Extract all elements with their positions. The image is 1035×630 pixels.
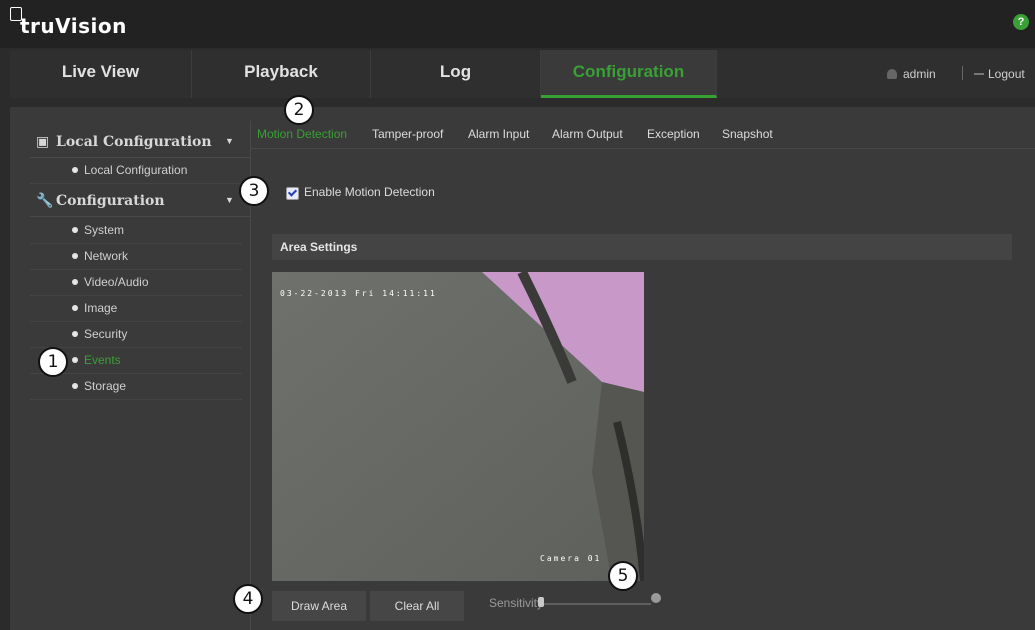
chevron-down-icon[interactable]: ▼ xyxy=(225,137,234,146)
divider xyxy=(251,148,1035,149)
tab-live-view[interactable]: Live View xyxy=(10,50,192,98)
logout-icon xyxy=(974,73,984,75)
tab-motion-detection[interactable]: Motion Detection xyxy=(257,127,347,141)
area-settings-header: Area Settings xyxy=(272,234,1012,260)
osd-datetime: 03-22-2013 Fri 14:11:11 xyxy=(280,289,437,298)
sidebar-item-label: Local Configuration xyxy=(84,163,188,177)
main-panel: ▣ Local Configuration ▼ Local Configurat… xyxy=(10,95,1035,630)
video-frame xyxy=(272,272,644,581)
sidebar-item-label: Storage xyxy=(84,379,127,393)
sidebar-item-security[interactable]: Security xyxy=(30,322,242,348)
app-window: truVision ? Live View Playback Log Confi… xyxy=(0,0,1035,630)
tab-configuration[interactable]: Configuration xyxy=(541,50,717,98)
sidebar-item-network[interactable]: Network xyxy=(30,244,242,270)
callout-5: 5 xyxy=(608,561,638,591)
bullet-icon xyxy=(72,167,78,173)
sidebar-item-label: Security xyxy=(84,327,128,341)
sidebar-section-local[interactable]: ▣ Local Configuration ▼ xyxy=(30,127,250,158)
clear-all-button[interactable]: Clear All xyxy=(370,591,464,621)
enable-motion-detection-checkbox[interactable] xyxy=(286,187,299,200)
user-name: admin xyxy=(903,67,936,81)
bullet-icon xyxy=(72,279,78,285)
logout-link[interactable]: Logout xyxy=(974,67,1025,81)
bullet-icon xyxy=(72,253,78,259)
bullet-icon xyxy=(72,331,78,337)
chevron-down-icon[interactable]: ▼ xyxy=(225,196,234,205)
callout-4: 4 xyxy=(233,584,263,614)
tab-playback[interactable]: Playback xyxy=(192,50,371,98)
sidebar-item-label: System xyxy=(84,223,125,237)
user-icon xyxy=(887,69,897,79)
sidebar: ▣ Local Configuration ▼ Local Configurat… xyxy=(30,121,251,630)
sidebar-section-configuration[interactable]: 🔧 Configuration ▼ xyxy=(30,186,250,217)
sidebar-section-title: Local Configuration xyxy=(56,134,212,150)
sidebar-item-video-audio[interactable]: Video/Audio xyxy=(30,270,242,296)
wrench-icon: 🔧 xyxy=(36,192,54,208)
osd-camera-name: Camera 01 xyxy=(540,554,602,563)
logo: truVision xyxy=(20,14,127,38)
callout-3: 3 xyxy=(239,176,269,206)
sidebar-item-label: Image xyxy=(84,301,118,315)
tab-log[interactable]: Log xyxy=(371,50,541,98)
bullet-icon xyxy=(72,383,78,389)
logout-label: Logout xyxy=(988,67,1025,81)
bullet-icon xyxy=(72,227,78,233)
tab-snapshot[interactable]: Snapshot xyxy=(722,127,773,141)
tab-alarm-input[interactable]: Alarm Input xyxy=(468,127,529,141)
sidebar-item-image[interactable]: Image xyxy=(30,296,242,322)
user-account[interactable]: admin xyxy=(887,67,936,81)
tab-exception[interactable]: Exception xyxy=(647,127,700,141)
sidebar-item-label: Network xyxy=(84,249,129,263)
sidebar-item-local-configuration[interactable]: Local Configuration xyxy=(30,158,242,184)
main-nav: Live View Playback Log Configuration adm… xyxy=(10,50,1035,98)
enable-motion-detection-label: Enable Motion Detection xyxy=(304,185,435,199)
sensitivity-slider[interactable] xyxy=(539,603,651,605)
callout-2: 2 xyxy=(284,95,314,125)
area-settings-title: Area Settings xyxy=(280,240,358,254)
sidebar-item-system[interactable]: System xyxy=(30,218,242,244)
sidebar-item-label: Video/Audio xyxy=(84,275,149,289)
sidebar-item-storage[interactable]: Storage xyxy=(30,374,242,400)
sidebar-item-label: Events xyxy=(84,353,121,367)
slider-handle[interactable] xyxy=(538,597,544,607)
sensitivity-label: Sensitivity xyxy=(489,596,544,610)
computer-settings-icon: ▣ xyxy=(36,133,50,149)
sidebar-section-title: Configuration xyxy=(56,193,165,209)
help-icon[interactable]: ? xyxy=(1013,14,1029,30)
video-preview[interactable]: 03-22-2013 Fri 14:11:11 Camera 01 xyxy=(272,272,644,581)
tab-tamper-proof[interactable]: Tamper-proof xyxy=(372,127,443,141)
lightbulb-icon xyxy=(651,593,661,603)
divider xyxy=(962,66,963,80)
header-bar: truVision ? xyxy=(0,0,1035,48)
bullet-icon xyxy=(72,357,78,363)
callout-1: 1 xyxy=(38,347,68,377)
bullet-icon xyxy=(72,305,78,311)
draw-area-button[interactable]: Draw Area xyxy=(272,591,366,621)
tab-alarm-output[interactable]: Alarm Output xyxy=(552,127,623,141)
